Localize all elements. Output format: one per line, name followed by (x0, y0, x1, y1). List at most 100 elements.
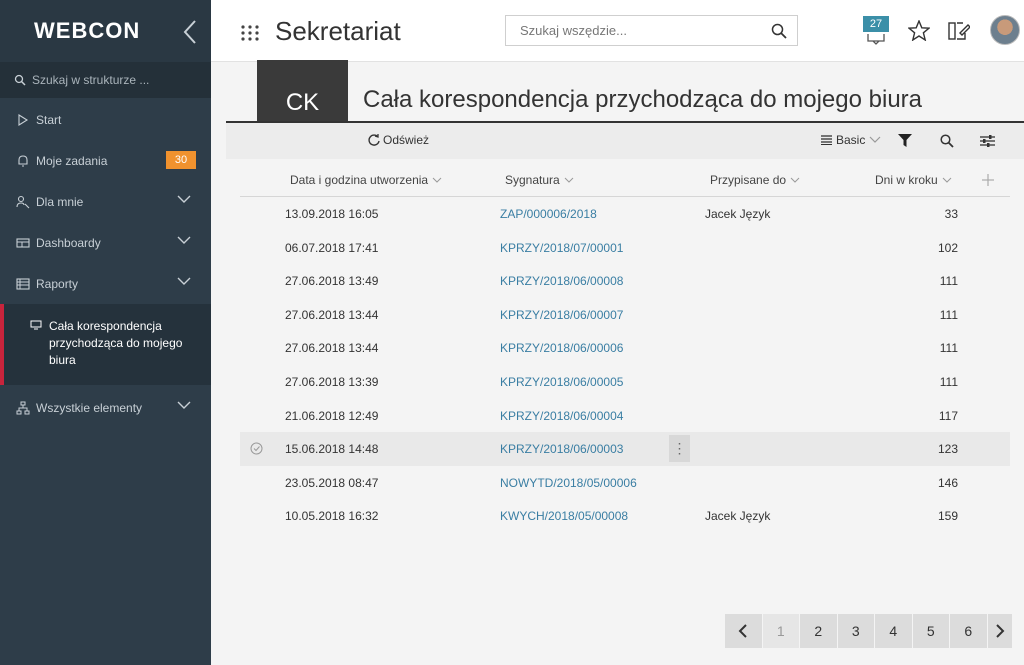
sidebar-item-my-tasks[interactable]: Moje zadania 30 (0, 140, 211, 181)
user-key-icon (16, 195, 30, 208)
table-row[interactable]: 15.06.2018 14:48 KPRZY/2018/06/00003 ⋮ 1… (240, 432, 1010, 466)
column-header-days[interactable]: Dni w kroku (875, 173, 952, 187)
sidebar-item-active-report[interactable]: Cała korespondencja przychodząca do moje… (0, 304, 211, 385)
pagination: 1 2 3 4 5 6 (725, 614, 1012, 648)
cell-date: 15.06.2018 14:48 (285, 442, 379, 457)
cell-signature-link[interactable]: KPRZY/2018/06/00003 (500, 442, 623, 456)
page-button[interactable]: 5 (912, 614, 950, 648)
chevron-left-icon (738, 624, 747, 638)
column-header-signature[interactable]: Sygnatura (505, 173, 574, 187)
sidebar-item-reports[interactable]: Raporty (0, 263, 211, 304)
cell-date: 06.07.2018 17:41 (285, 240, 379, 255)
prev-page-button[interactable] (725, 614, 763, 648)
notifications-count-badge: 27 (863, 16, 889, 32)
cell-assigned: Jacek Język (705, 207, 771, 221)
cell-signature-link[interactable]: KPRZY/2018/06/00005 (500, 375, 623, 389)
table-row[interactable]: 13.09.2018 16:05 ZAP/000006/2018 Jacek J… (240, 197, 1010, 231)
avatar[interactable] (990, 15, 1020, 45)
sidebar-item-label: Wszystkie elementy (36, 400, 143, 415)
global-search-input[interactable] (506, 16, 756, 45)
page-button[interactable]: 6 (950, 614, 988, 648)
list-icon (821, 135, 832, 145)
chevron-down-icon[interactable] (177, 236, 191, 245)
page-button[interactable]: 2 (800, 614, 838, 648)
cell-date: 23.05.2018 08:47 (285, 475, 379, 490)
page-button[interactable]: 3 (837, 614, 875, 648)
table-row[interactable]: 27.06.2018 13:44 KPRZY/2018/06/00007 111 (240, 298, 1010, 332)
cell-days: 159 (937, 509, 958, 524)
cell-signature-link[interactable]: KPRZY/2018/06/00008 (500, 274, 623, 288)
main-content: CK Cała korespondencja przychodząca do m… (211, 60, 1024, 665)
chevron-down-icon[interactable] (177, 401, 191, 410)
add-column-icon[interactable] (982, 174, 994, 186)
page-button[interactable]: 1 (762, 614, 800, 648)
chevron-down-icon (432, 177, 442, 183)
page-button[interactable]: 4 (875, 614, 913, 648)
sidebar-item-start[interactable]: Start (0, 99, 211, 140)
cell-days: 111 (939, 374, 958, 389)
app-grid-icon[interactable] (241, 25, 259, 41)
star-icon[interactable] (908, 20, 930, 41)
sidebar-item-dashboards[interactable]: Dashboardy (0, 222, 211, 263)
notifications-button[interactable]: 27 (863, 16, 889, 46)
filter-icon[interactable] (898, 134, 912, 147)
refresh-icon (368, 134, 380, 146)
cell-date: 10.05.2018 16:32 (285, 509, 379, 524)
sidebar-item-label: Dashboardy (36, 235, 101, 250)
table-row[interactable]: 27.06.2018 13:44 KPRZY/2018/06/00006 111 (240, 331, 1010, 365)
row-menu-button[interactable]: ⋮ (669, 435, 690, 463)
sitemap-icon (16, 401, 30, 414)
sidebar-item-for-me[interactable]: Dla mnie (0, 181, 211, 222)
table-row[interactable]: 27.06.2018 13:49 KPRZY/2018/06/00008 111 (240, 264, 1010, 298)
column-header-assigned[interactable]: Przypisane do (710, 173, 800, 187)
next-page-button[interactable] (987, 614, 1012, 648)
cell-days: 146 (937, 475, 958, 490)
cell-assigned: Jacek Język (705, 509, 771, 524)
settings-sliders-icon[interactable] (980, 134, 995, 148)
dashboard-icon (16, 237, 30, 248)
cell-date: 13.09.2018 16:05 (285, 207, 379, 221)
chevron-down-icon[interactable] (177, 195, 191, 204)
play-icon (18, 113, 29, 126)
column-header-label: Dni w kroku (875, 173, 938, 187)
sidebar-item-label: Moje zadania (36, 153, 108, 168)
cell-signature-link[interactable]: KPRZY/2018/06/00006 (500, 341, 623, 355)
table-row[interactable]: 27.06.2018 13:39 KPRZY/2018/06/00005 111 (240, 365, 1010, 399)
cell-signature-link[interactable]: KWYCH/2018/05/00008 (500, 509, 628, 523)
column-header-label: Przypisane do (710, 173, 787, 187)
table-row[interactable]: 21.06.2018 12:49 KPRZY/2018/06/00004 117 (240, 399, 1010, 433)
chevron-down-icon (869, 136, 881, 143)
edit-panel-icon[interactable] (948, 21, 970, 41)
refresh-button[interactable]: Odśwież (367, 133, 429, 147)
search-icon[interactable] (771, 23, 787, 39)
cell-days: 117 (938, 408, 958, 423)
monitor-icon (30, 320, 42, 330)
cell-days: 123 (937, 442, 958, 457)
cell-signature-link[interactable]: KPRZY/2018/06/00004 (500, 409, 623, 423)
structure-search[interactable]: Szukaj w strukturze ... (0, 62, 211, 98)
chevron-left-icon[interactable] (180, 18, 200, 46)
table-row[interactable]: 06.07.2018 17:41 KPRZY/2018/07/00001 102 (240, 231, 1010, 265)
cell-date: 27.06.2018 13:39 (285, 374, 379, 389)
report-toolbar: Odśwież Basic (226, 123, 1024, 159)
sidebar-item-all-elements[interactable]: Wszystkie elementy (0, 387, 211, 428)
view-selector[interactable]: Basic (821, 133, 881, 147)
cell-signature-link[interactable]: KPRZY/2018/07/00001 (500, 241, 623, 255)
cell-signature-link[interactable]: ZAP/000006/2018 (500, 207, 597, 221)
cell-signature-link[interactable]: NOWYTD/2018/05/00006 (500, 476, 637, 490)
chevron-down-icon[interactable] (177, 277, 191, 286)
check-circle-icon[interactable] (250, 442, 263, 455)
cell-days: 111 (939, 307, 958, 322)
cell-signature-link[interactable]: KPRZY/2018/06/00007 (500, 308, 623, 322)
sidebar-item-label: Start (36, 112, 62, 127)
chevron-down-icon (942, 177, 952, 183)
table-row[interactable]: 10.05.2018 16:32 KWYCH/2018/05/00008 Jac… (240, 499, 1010, 533)
column-header-date[interactable]: Data i godzina utworzenia (290, 173, 442, 187)
table-row[interactable]: 23.05.2018 08:47 NOWYTD/2018/05/00006 14… (240, 466, 1010, 500)
inbox-icon (867, 34, 885, 45)
cell-date: 21.06.2018 12:49 (285, 408, 379, 423)
report-icon (16, 277, 30, 290)
sidebar-item-label: Raporty (36, 276, 79, 291)
global-search[interactable] (505, 15, 798, 46)
search-icon[interactable] (940, 134, 954, 148)
